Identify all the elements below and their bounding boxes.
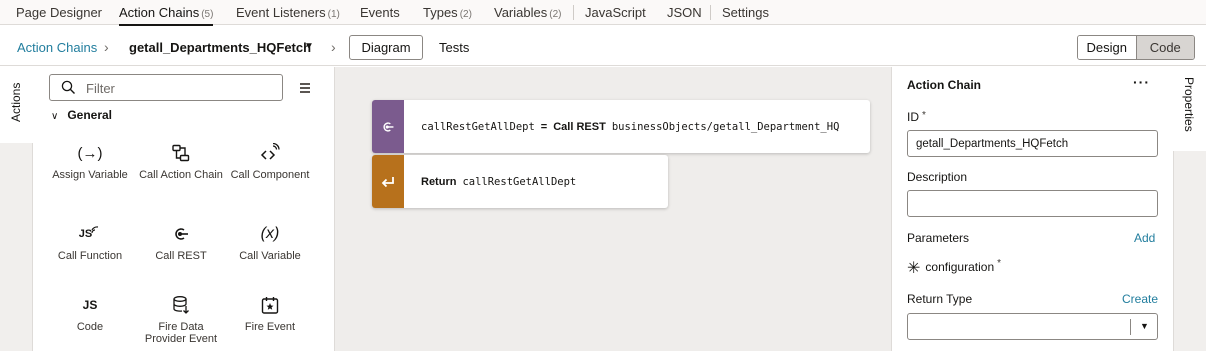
caret-down-icon[interactable]: ▼: [304, 41, 314, 52]
general-group-header[interactable]: ∨ General: [51, 108, 112, 122]
call-rest-action-node[interactable]: callRestGetAllDept = Call REST businessO…: [372, 100, 870, 153]
palette-item-code[interactable]: JS Code: [47, 293, 133, 333]
tab-count: (2): [549, 9, 562, 20]
rest-endpoint: businessObjects/getall_Department_HQ: [611, 120, 840, 133]
required-marker: *: [922, 110, 926, 121]
tests-tab[interactable]: Tests: [439, 40, 469, 55]
tab-events[interactable]: Events: [360, 5, 400, 20]
filter-field: [49, 74, 283, 101]
fire-event-icon: [227, 293, 313, 317]
palette-item-call-function[interactable]: JS Call Function: [47, 222, 133, 262]
call-rest-node-text: callRestGetAllDept = Call REST businessO…: [421, 100, 839, 153]
asterisk-icon: ✳: [907, 260, 921, 277]
hamburger-menu-icon[interactable]: [300, 83, 310, 95]
palette-item-label: Fire Event: [244, 321, 296, 333]
palette-item-call-variable[interactable]: (x) Call Variable: [227, 222, 313, 262]
properties-panel: Action Chain ··· ID * getall_Departments_…: [891, 67, 1173, 351]
call-function-icon: JS: [47, 222, 133, 246]
required-marker: *: [997, 258, 1002, 269]
tab-types[interactable]: Types (2): [423, 5, 472, 20]
actions-vertical-tab[interactable]: Actions: [0, 67, 33, 143]
palette-item-fire-data-provider-event[interactable]: Fire Data Provider Event: [138, 293, 224, 345]
palette-item-label: Fire Data Provider Event: [144, 321, 218, 345]
code-button[interactable]: Code: [1135, 36, 1194, 59]
code-icon: JS: [82, 298, 98, 312]
filter-input[interactable]: [86, 79, 266, 97]
chevron-right-icon: ›: [331, 39, 336, 55]
action-node-icon-bar: [372, 155, 404, 208]
create-return-type-link[interactable]: Create: [1122, 292, 1158, 306]
diagram-button[interactable]: Diagram: [349, 35, 423, 60]
result-variable: callRestGetAllDept: [421, 120, 535, 133]
tab-json[interactable]: JSON: [667, 5, 702, 20]
palette-item-label: Assign Variable: [52, 169, 128, 181]
palette-item-assign-variable[interactable]: (→) Assign Variable: [47, 141, 133, 182]
call-component-icon: [227, 141, 313, 165]
design-button[interactable]: Design: [1078, 36, 1136, 59]
palette-item-label: Call Variable: [239, 250, 301, 262]
assign-variable-icon: (→): [77, 144, 103, 162]
action-node-icon-bar: [372, 100, 404, 153]
call-rest-icon: [138, 222, 224, 246]
breadcrumb-bar: Action Chains › getall_Departments_HQFet…: [0, 29, 1206, 66]
id-label: ID *: [907, 110, 926, 124]
search-icon: [61, 80, 75, 94]
description-field[interactable]: [907, 190, 1158, 217]
call-action-chain-icon: [138, 141, 224, 165]
palette-item-fire-event[interactable]: Fire Event: [227, 293, 313, 333]
action-type-label: Call REST: [553, 120, 606, 133]
tab-count: (5): [201, 9, 214, 20]
tab-divider: [573, 5, 574, 20]
palette-item-label: Code: [76, 321, 104, 333]
breadcrumb-action-chains-link[interactable]: Action Chains: [17, 40, 97, 55]
palette-item-call-rest[interactable]: Call REST: [138, 222, 224, 262]
select-divider: [1130, 319, 1131, 335]
tab-event-listeners[interactable]: Event Listeners (1): [236, 5, 340, 20]
tab-variables[interactable]: Variables (2): [494, 5, 561, 20]
palette-item-label: Call Component: [230, 169, 310, 181]
palette-item-call-action-chain[interactable]: Call Action Chain: [138, 141, 224, 181]
tab-page-designer[interactable]: Page Designer: [16, 5, 102, 20]
top-tab-bar: Page Designer Action Chains (5) Event Lis…: [0, 0, 1206, 26]
actions-palette: ∨General (→) Assign Variable Call Action…: [33, 67, 335, 351]
tab-action-chains[interactable]: Action Chains (5): [119, 5, 214, 26]
parameters-label: Parameters: [907, 231, 970, 245]
breadcrumb-current-chain[interactable]: getall_Departments_HQFetch: [129, 40, 311, 55]
properties-vertical-tab[interactable]: Properties: [1173, 67, 1206, 151]
return-type-select[interactable]: ▼: [907, 313, 1158, 340]
return-value: callRestGetAllDept: [462, 175, 577, 188]
palette-item-call-component[interactable]: Call Component: [227, 141, 313, 181]
palette-item-label: Call REST: [155, 250, 207, 262]
return-node-text: Return callRestGetAllDept: [421, 155, 576, 208]
return-keyword: Return: [421, 175, 457, 188]
add-parameter-link[interactable]: Add: [1134, 231, 1155, 245]
id-value: getall_Departments_HQFetch: [916, 138, 1069, 150]
tab-count: (1): [327, 9, 340, 20]
properties-title: Action Chain: [907, 78, 981, 92]
chevron-down-icon: ∨: [51, 111, 59, 122]
design-code-toggle: Design Code: [1077, 35, 1195, 60]
call-variable-icon: (x): [260, 225, 280, 242]
tab-divider: [710, 5, 711, 20]
tab-settings[interactable]: Settings: [722, 5, 769, 20]
palette-item-label: Call Function: [57, 250, 123, 262]
chevron-right-icon: ›: [104, 39, 109, 55]
description-label: Description: [907, 170, 968, 184]
caret-down-icon[interactable]: ▼: [1140, 321, 1149, 331]
return-icon: [381, 176, 394, 187]
parameter-configuration[interactable]: ✳ configuration *: [907, 258, 1001, 278]
more-options-icon[interactable]: ···: [1133, 74, 1150, 90]
return-action-node[interactable]: Return callRestGetAllDept: [372, 155, 668, 208]
palette-item-label: Call Action Chain: [139, 169, 223, 181]
call-rest-icon: [383, 121, 394, 132]
return-type-label: Return Type: [907, 292, 973, 306]
tab-count: (2): [459, 9, 472, 20]
diagram-canvas[interactable]: callRestGetAllDept = Call REST businessO…: [335, 67, 891, 351]
id-field[interactable]: getall_Departments_HQFetch: [907, 130, 1158, 157]
tab-javascript[interactable]: JavaScript: [585, 5, 646, 20]
fire-data-provider-event-icon: [138, 293, 224, 317]
assignment-operator: =: [540, 120, 548, 133]
